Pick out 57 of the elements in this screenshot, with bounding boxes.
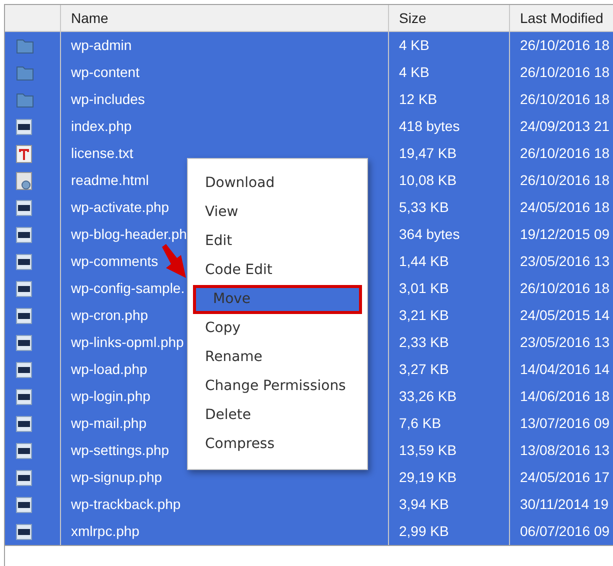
file-name: wp-links-opml.php bbox=[71, 333, 184, 352]
file-size: 3,21 KB bbox=[399, 306, 449, 325]
file-size: 7,6 KB bbox=[399, 414, 442, 433]
file-size: 2,99 KB bbox=[399, 522, 449, 541]
modified-date: 14/04/2016 14 bbox=[520, 360, 610, 379]
modified-date: 13/08/2016 13 bbox=[520, 441, 610, 460]
file-name: wp-config-sample. bbox=[71, 279, 185, 298]
modified-date: 24/09/2013 21 bbox=[520, 117, 610, 136]
modified-date: 23/05/2016 13 bbox=[520, 252, 610, 271]
file-size: 29,19 KB bbox=[399, 468, 457, 487]
modified-date: 24/05/2015 14 bbox=[520, 306, 610, 325]
file-name: wp-comments bbox=[71, 252, 158, 271]
modified-date: 14/06/2016 18 bbox=[520, 387, 610, 406]
file-size: 418 bytes bbox=[399, 117, 460, 136]
file-name: wp-blog-header.ph bbox=[71, 225, 187, 244]
modified-date: 26/10/2016 18 bbox=[520, 90, 610, 109]
file-name: xmlrpc.php bbox=[71, 522, 140, 541]
file-name: wp-settings.php bbox=[71, 441, 170, 460]
file-size: 10,08 KB bbox=[399, 171, 457, 190]
modified-date: 23/05/2016 13 bbox=[520, 333, 610, 352]
file-size: 13,59 KB bbox=[399, 441, 457, 460]
modified-date: 26/10/2016 18 bbox=[520, 144, 610, 163]
modified-date: 26/10/2016 18 bbox=[520, 171, 610, 190]
file-name: wp-content bbox=[71, 63, 140, 82]
file-name: wp-mail.php bbox=[71, 414, 146, 433]
file-name: wp-load.php bbox=[71, 360, 148, 379]
file-size: 2,33 KB bbox=[399, 333, 449, 352]
file-name: index.php bbox=[71, 117, 132, 136]
file-size: 4 KB bbox=[399, 63, 430, 82]
file-name: license.txt bbox=[71, 144, 134, 163]
file-size: 3,27 KB bbox=[399, 360, 449, 379]
modified-date: 26/10/2016 18 bbox=[520, 279, 610, 298]
file-name: wp-login.php bbox=[71, 387, 150, 406]
file-size: 3,94 KB bbox=[399, 495, 449, 514]
file-size: 12 KB bbox=[399, 90, 438, 109]
file-size: 5,33 KB bbox=[399, 198, 449, 217]
file-name: wp-signup.php bbox=[71, 468, 162, 487]
modified-date: 24/05/2016 18 bbox=[520, 198, 610, 217]
file-size: 33,26 KB bbox=[399, 387, 457, 406]
modified-date: 19/12/2015 09 bbox=[520, 225, 610, 244]
file-name: wp-admin bbox=[71, 36, 132, 55]
modified-date: 26/10/2016 18 bbox=[520, 36, 610, 55]
file-size: 364 bytes bbox=[399, 225, 460, 244]
modified-date: 30/11/2014 19 bbox=[520, 495, 608, 514]
modified-date: 06/07/2016 09 bbox=[520, 522, 610, 541]
modified-date: 24/05/2016 17 bbox=[520, 468, 610, 487]
file-name: wp-includes bbox=[71, 90, 145, 109]
file-name: wp-cron.php bbox=[71, 306, 148, 325]
file-size: 4 KB bbox=[399, 36, 430, 55]
modified-date: 13/07/2016 09 bbox=[520, 414, 610, 433]
file-name: readme.html bbox=[71, 171, 149, 190]
file-size: 19,47 KB bbox=[399, 144, 457, 163]
file-size: 1,44 KB bbox=[399, 252, 449, 271]
file-size: 3,01 KB bbox=[399, 279, 449, 298]
file-name: wp-trackback.php bbox=[71, 495, 181, 514]
file-name: wp-activate.php bbox=[71, 198, 170, 217]
modified-date: 26/10/2016 18 bbox=[520, 63, 610, 82]
